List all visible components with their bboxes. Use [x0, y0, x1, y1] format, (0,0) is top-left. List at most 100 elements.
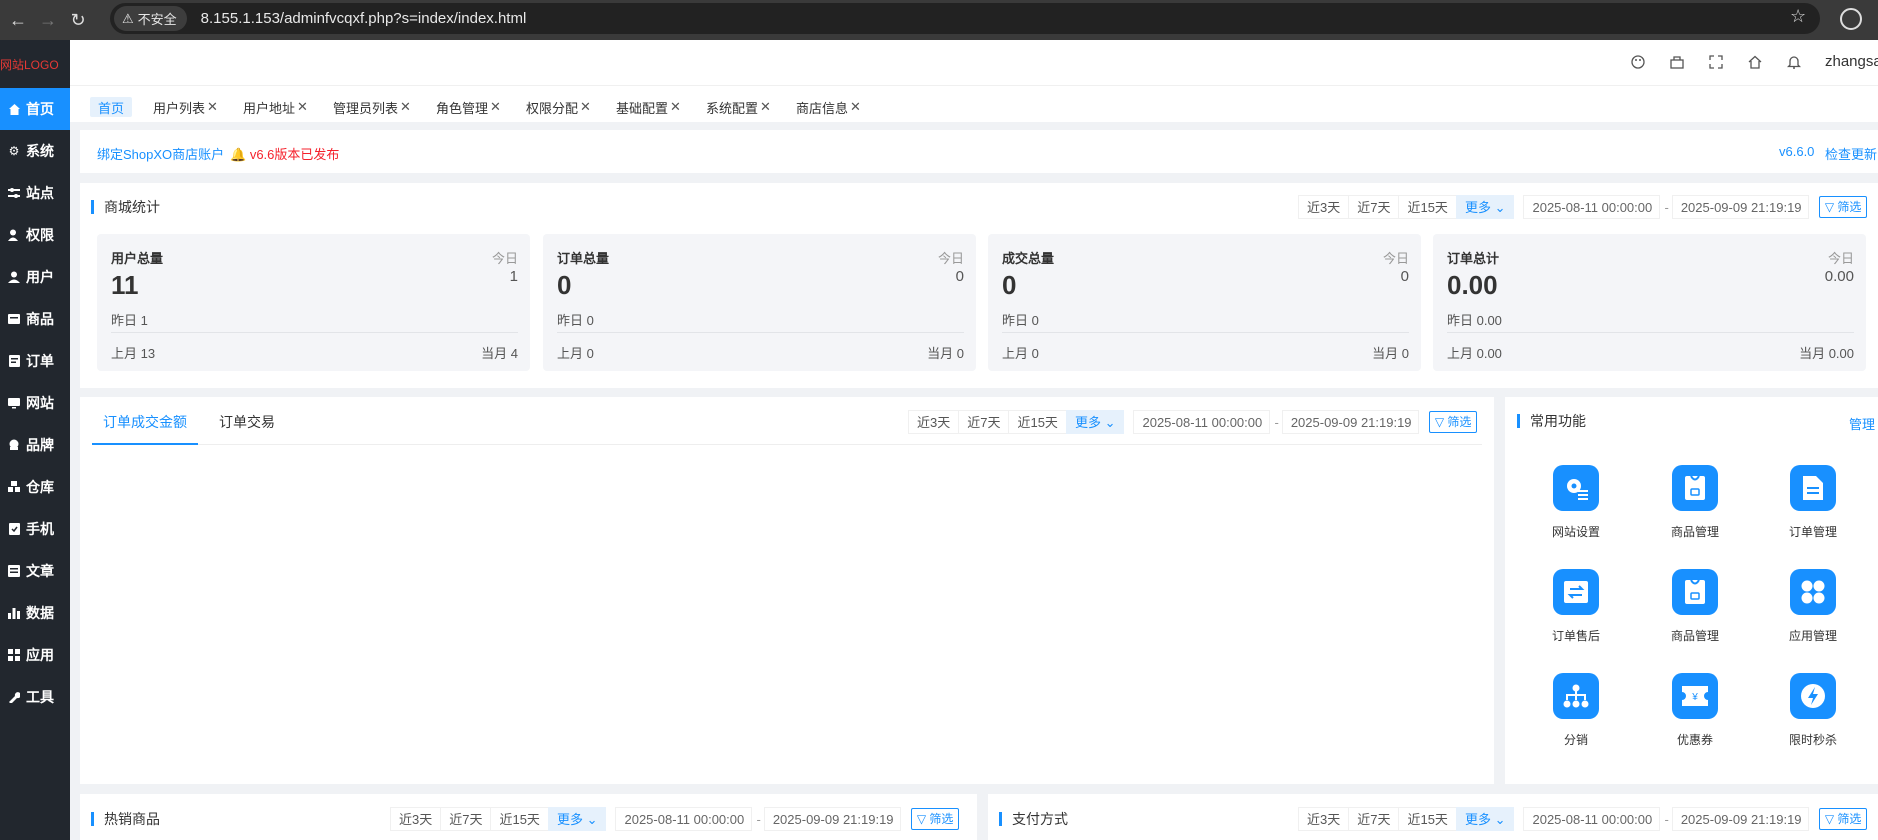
release-notice[interactable]: 🔔 v6.6版本已发布 — [230, 144, 339, 163]
filter-3days[interactable]: 近3天 — [1298, 195, 1350, 219]
end-date-input[interactable]: 2025-09-09 21:19:19 — [1671, 807, 1809, 831]
filter-3days[interactable]: 近3天 — [908, 410, 960, 434]
current-user[interactable]: zhangsan — [1825, 53, 1878, 70]
tab-permission-assign[interactable]: 权限分配 ✕ — [518, 97, 599, 117]
card-label: 用户总量 — [111, 251, 164, 266]
reload-icon[interactable]: ↻ — [66, 8, 90, 32]
sidebar-item-tools[interactable]: 工具 — [0, 676, 70, 718]
site-logo[interactable]: 网站LOGO — [0, 40, 70, 88]
sidebar-item-order[interactable]: 订单 — [0, 340, 70, 382]
address-bar[interactable]: ⚠ 不安全 8.155.1.153/adminfvcqxf.php?s=inde… — [110, 3, 1820, 34]
quick-after-sales[interactable]: 订单售后 — [1531, 569, 1621, 644]
home-icon[interactable] — [1746, 53, 1764, 71]
sidebar-item-system[interactable]: ⚙ 系统 — [0, 130, 70, 172]
filter-3days[interactable]: 近3天 — [390, 807, 442, 831]
filter-7days[interactable]: 近7天 — [958, 410, 1010, 434]
security-indicator[interactable]: ⚠ 不安全 — [114, 6, 187, 31]
filter-7days[interactable]: 近7天 — [440, 807, 492, 831]
start-date-input[interactable]: 2025-08-11 00:00:00 — [1523, 195, 1661, 219]
bell-icon[interactable] — [1785, 53, 1803, 71]
tab-store-info[interactable]: 商店信息 ✕ — [788, 97, 869, 117]
close-icon[interactable]: ✕ — [207, 99, 218, 115]
tab-admin-list[interactable]: 管理员列表 ✕ — [325, 97, 419, 117]
screen-button[interactable]: ▽ 筛选 — [1428, 411, 1478, 433]
close-icon[interactable]: ✕ — [297, 99, 308, 115]
tab-order-amount[interactable]: 订单成交金额 — [103, 412, 187, 432]
today-label: 今日 — [1382, 251, 1409, 266]
sidebar-item-label: 首页 — [26, 101, 54, 117]
tab-user-list[interactable]: 用户列表 ✕ — [145, 97, 226, 117]
filter-15days[interactable]: 近15天 — [490, 807, 549, 831]
sidebar-item-mobile[interactable]: 手机 — [0, 508, 70, 550]
quick-goods-management[interactable]: 商品管理 — [1650, 465, 1740, 540]
quick-site-settings[interactable]: 网站设置 — [1531, 465, 1621, 540]
back-arrow-icon[interactable]: ← — [6, 8, 30, 32]
tab-system-config[interactable]: 系统配置 ✕ — [698, 97, 779, 117]
profile-icon[interactable] — [1840, 8, 1862, 30]
start-date-input[interactable]: 2025-08-11 00:00:00 — [1523, 807, 1661, 831]
forward-arrow-icon[interactable]: → — [36, 8, 60, 32]
bind-store-link[interactable]: 绑定ShopXO商店账户 — [97, 144, 224, 163]
sidebar-item-apps[interactable]: 应用 — [0, 634, 70, 676]
filter-15days[interactable]: 近15天 — [1008, 410, 1067, 434]
filter-more-dropdown[interactable]: 更多 ⌄ — [1455, 807, 1515, 831]
screen-button[interactable]: ▽ 筛选 — [910, 808, 960, 830]
sidebar-item-home[interactable]: 首页 — [0, 88, 70, 130]
sidebar-item-data[interactable]: 数据 — [0, 592, 70, 634]
sidebar-item-permission[interactable]: 权限 — [0, 214, 70, 256]
palette-icon[interactable] — [1629, 53, 1647, 71]
bookmark-star-icon[interactable]: ☆ — [1790, 6, 1806, 27]
url-text[interactable]: 8.155.1.153/adminfvcqxf.php?s=index/inde… — [201, 10, 527, 27]
filter-15days[interactable]: 近15天 — [1398, 807, 1457, 831]
manage-link[interactable]: 管理 — [1849, 414, 1875, 433]
clear-cache-icon[interactable] — [1668, 53, 1686, 71]
close-icon[interactable]: ✕ — [670, 99, 681, 115]
check-update-link[interactable]: 检查更新 — [1825, 144, 1877, 163]
sidebar-item-brand[interactable]: 品牌 — [0, 424, 70, 466]
filter-3days[interactable]: 近3天 — [1298, 807, 1350, 831]
last-month-value: 上月 13 — [111, 346, 156, 361]
quick-distribution[interactable]: 分销 — [1531, 673, 1621, 748]
sidebar-item-site[interactable]: 站点 — [0, 172, 70, 214]
screen-button[interactable]: ▽ 筛选 — [1818, 196, 1868, 218]
end-date-input[interactable]: 2025-09-09 21:19:19 — [763, 807, 901, 831]
sidebar-item-warehouse[interactable]: 仓库 — [0, 466, 70, 508]
quick-app-management[interactable]: 应用管理 — [1768, 569, 1858, 644]
close-icon[interactable]: ✕ — [490, 99, 501, 115]
start-date-input[interactable]: 2025-08-11 00:00:00 — [615, 807, 753, 831]
close-icon[interactable]: ✕ — [400, 99, 411, 115]
sidebar-item-article[interactable]: 文章 — [0, 550, 70, 592]
svg-text:¥: ¥ — [1691, 692, 1698, 703]
start-date-input[interactable]: 2025-08-11 00:00:00 — [1133, 410, 1271, 434]
close-icon[interactable]: ✕ — [850, 99, 861, 115]
fullscreen-icon[interactable] — [1707, 53, 1725, 71]
filter-7days[interactable]: 近7天 — [1348, 195, 1400, 219]
filter-more-dropdown[interactable]: 更多 ⌄ — [1455, 195, 1515, 219]
filter-more-dropdown[interactable]: 更多 ⌄ — [1065, 410, 1125, 434]
close-icon[interactable]: ✕ — [760, 99, 771, 115]
chevron-down-icon: ⌄ — [1494, 200, 1506, 215]
sidebar-item-goods[interactable]: 商品 — [0, 298, 70, 340]
screen-button[interactable]: ▽ 筛选 — [1818, 808, 1868, 830]
version-label[interactable]: v6.6.0 — [1779, 144, 1814, 159]
filter-7days[interactable]: 近7天 — [1348, 807, 1400, 831]
sidebar-item-user[interactable]: 用户 — [0, 256, 70, 298]
tab-role-management[interactable]: 角色管理 ✕ — [428, 97, 509, 117]
end-date-input[interactable]: 2025-09-09 21:19:19 — [1281, 410, 1419, 434]
sidebar-item-website[interactable]: 网站 — [0, 382, 70, 424]
tab-order-trade[interactable]: 订单交易 — [219, 412, 275, 432]
close-icon[interactable]: ✕ — [580, 99, 591, 115]
quick-order-management[interactable]: 订单管理 — [1768, 465, 1858, 540]
quick-coupon[interactable]: ¥ 优惠券 — [1650, 673, 1740, 748]
yesterday-value: 昨日 0 — [1002, 313, 1039, 328]
site-settings-icon — [1553, 465, 1599, 511]
filter-15days[interactable]: 近15天 — [1398, 195, 1457, 219]
end-date-input[interactable]: 2025-09-09 21:19:19 — [1671, 195, 1809, 219]
tab-user-address[interactable]: 用户地址 ✕ — [235, 97, 316, 117]
tab-basic-config[interactable]: 基础配置 ✕ — [608, 97, 689, 117]
yesterday-value: 昨日 1 — [111, 313, 148, 328]
quick-flash-sale[interactable]: 限时秒杀 — [1768, 673, 1858, 748]
tab-home[interactable]: 首页 — [90, 97, 133, 117]
quick-goods-management-2[interactable]: 商品管理 — [1650, 569, 1740, 644]
filter-more-dropdown[interactable]: 更多 ⌄ — [547, 807, 607, 831]
